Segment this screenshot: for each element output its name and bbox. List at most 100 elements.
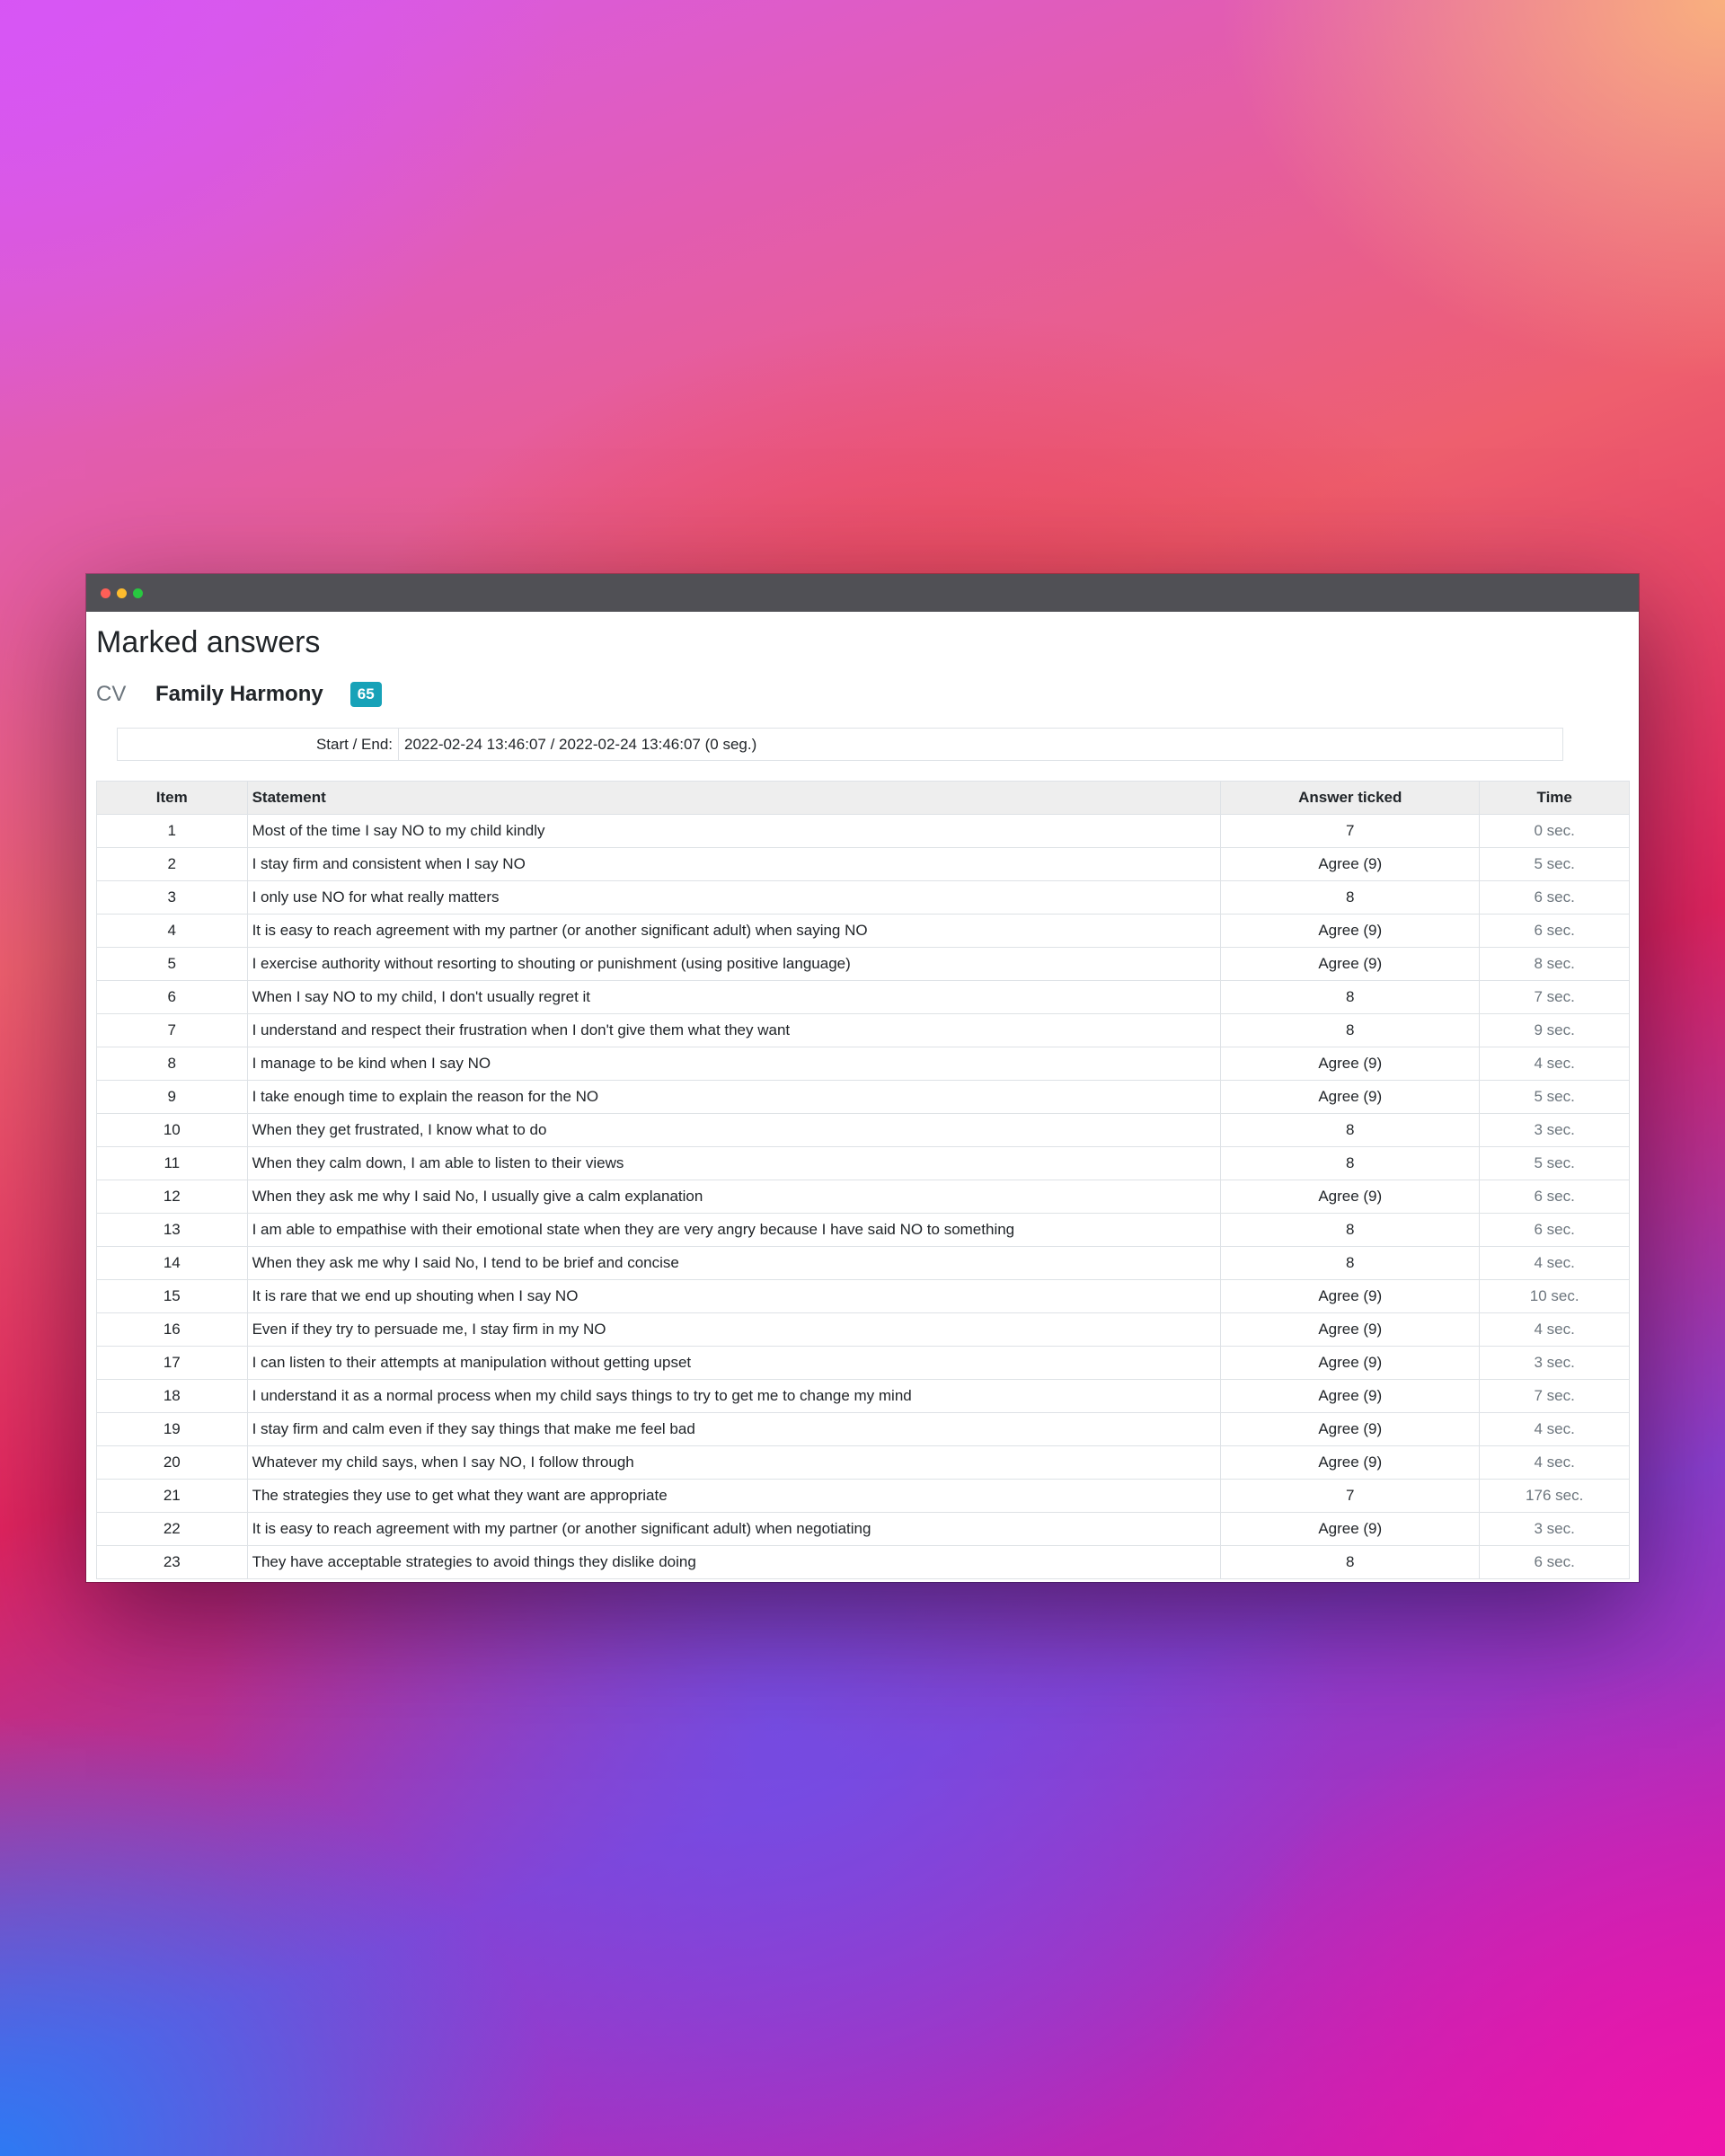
- table-header-row: Item Statement Answer ticked Time: [96, 781, 1630, 815]
- cell-time: 3 sec.: [1479, 1512, 1630, 1546]
- cell-answer: 7: [1220, 814, 1481, 848]
- table-row: 22 It is easy to reach agreement with my …: [96, 1512, 1630, 1546]
- table-row: 17 I can listen to their attempts at mani…: [96, 1346, 1630, 1380]
- column-header-item[interactable]: Item: [96, 781, 248, 815]
- cell-item: 23: [96, 1545, 248, 1579]
- cell-answer: 8: [1220, 980, 1481, 1014]
- cell-item: 22: [96, 1512, 248, 1546]
- cell-statement: I am able to empathise with their emotio…: [246, 1213, 1222, 1247]
- table-row: 15 It is rare that we end up shouting whe…: [96, 1279, 1630, 1313]
- cell-answer: 8: [1220, 1246, 1481, 1280]
- column-header-statement[interactable]: Statement: [246, 781, 1222, 815]
- minimize-window-button[interactable]: [117, 588, 127, 598]
- cell-answer: Agree (9): [1220, 1445, 1481, 1480]
- table-row: 16 Even if they try to persuade me, I sta…: [96, 1312, 1630, 1347]
- cell-item: 5: [96, 947, 248, 981]
- start-end-label: Start / End:: [117, 728, 399, 761]
- table-row: 20 Whatever my child says, when I say NO,…: [96, 1445, 1630, 1480]
- cell-item: 20: [96, 1445, 248, 1480]
- table-row: 4 It is easy to reach agreement with my p…: [96, 914, 1630, 948]
- table-row: 10 When they get frustrated, I know what …: [96, 1113, 1630, 1147]
- cell-answer: Agree (9): [1220, 1180, 1481, 1214]
- column-header-time[interactable]: Time: [1479, 781, 1630, 815]
- cell-statement: I stay firm and consistent when I say NO: [246, 847, 1222, 881]
- cell-time: 9 sec.: [1479, 1013, 1630, 1047]
- cell-time: 4 sec.: [1479, 1246, 1630, 1280]
- cell-time: 10 sec.: [1479, 1279, 1630, 1313]
- close-window-button[interactable]: [101, 588, 111, 598]
- cell-answer: Agree (9): [1220, 1279, 1481, 1313]
- cell-statement: It is rare that we end up shouting when …: [246, 1279, 1222, 1313]
- table-row: 13 I am able to empathise with their emot…: [96, 1213, 1630, 1247]
- cell-statement: When they ask me why I said No, I usuall…: [246, 1180, 1222, 1214]
- cell-time: 5 sec.: [1479, 1080, 1630, 1114]
- cell-statement: I exercise authority without resorting t…: [246, 947, 1222, 981]
- cell-item: 19: [96, 1412, 248, 1446]
- cell-time: 4 sec.: [1479, 1312, 1630, 1347]
- table-row: 18 I understand it as a normal process wh…: [96, 1379, 1630, 1413]
- session-info-table: Start / End: 2022-02-24 13:46:07 / 2022-…: [117, 728, 1563, 761]
- cell-item: 8: [96, 1047, 248, 1081]
- window-titlebar: [86, 574, 1639, 612]
- cell-answer: Agree (9): [1220, 847, 1481, 881]
- cell-answer: 8: [1220, 1213, 1481, 1247]
- cell-answer: Agree (9): [1220, 1412, 1481, 1446]
- cell-answer: Agree (9): [1220, 947, 1481, 981]
- cell-item: 16: [96, 1312, 248, 1347]
- cell-answer: 8: [1220, 1113, 1481, 1147]
- cell-time: 4 sec.: [1479, 1412, 1630, 1446]
- cell-statement: When I say NO to my child, I don't usual…: [246, 980, 1222, 1014]
- cell-statement: I manage to be kind when I say NO: [246, 1047, 1222, 1081]
- cell-statement: They have acceptable strategies to avoid…: [246, 1545, 1222, 1579]
- table-row: 12 When they ask me why I said No, I usua…: [96, 1180, 1630, 1214]
- table-row: 1 Most of the time I say NO to my child k…: [96, 814, 1630, 848]
- table-row: 2I stay firm and consistent when I say N…: [96, 847, 1630, 881]
- page-title: Marked answers: [96, 625, 321, 659]
- cell-answer: 8: [1220, 1146, 1481, 1180]
- desktop-background: { "page": { "title": "Marked answers", "…: [0, 0, 1725, 2156]
- cell-time: 3 sec.: [1479, 1113, 1630, 1147]
- cell-time: 6 sec.: [1479, 880, 1630, 915]
- test-code: CV: [96, 682, 127, 706]
- cell-statement: I only use NO for what really matters: [246, 880, 1222, 915]
- cell-answer: 7: [1220, 1479, 1481, 1513]
- cell-statement: Whatever my child says, when I say NO, I…: [246, 1445, 1222, 1480]
- cell-statement: When they ask me why I said No, I tend t…: [246, 1246, 1222, 1280]
- table-row: 9I take enough time to explain the reaso…: [96, 1080, 1630, 1114]
- table-row: 21 The strategies they use to get what th…: [96, 1479, 1630, 1513]
- cell-time: 4 sec.: [1479, 1047, 1630, 1081]
- cell-time: 4 sec.: [1479, 1445, 1630, 1480]
- cell-item: 13: [96, 1213, 248, 1247]
- cell-item: 1: [96, 814, 248, 848]
- start-end-value: 2022-02-24 13:46:07 / 2022-02-24 13:46:0…: [398, 728, 1563, 761]
- test-name: Family Harmony: [155, 682, 323, 706]
- cell-time: 6 sec.: [1479, 1213, 1630, 1247]
- cell-answer: 8: [1220, 1545, 1481, 1579]
- cell-time: 176 sec.: [1479, 1479, 1630, 1513]
- cell-time: 3 sec.: [1479, 1346, 1630, 1380]
- column-header-answer[interactable]: Answer ticked: [1220, 781, 1481, 815]
- cell-item: 18: [96, 1379, 248, 1413]
- cell-answer: Agree (9): [1220, 914, 1481, 948]
- cell-time: 7 sec.: [1479, 1379, 1630, 1413]
- cell-item: 10: [96, 1113, 248, 1147]
- test-header: CV Family Harmony 65: [96, 676, 1631, 712]
- browser-window: Marked answers CV Family Harmony 65 Star…: [86, 574, 1639, 1582]
- table-row: 8I manage to be kind when I say NO Agree …: [96, 1047, 1630, 1081]
- score-badge: 65: [349, 682, 382, 707]
- cell-statement: I understand it as a normal process when…: [246, 1379, 1222, 1413]
- marked-answers-table: Item Statement Answer ticked Time 1 Most …: [96, 781, 1630, 1579]
- cell-item: 2: [96, 847, 248, 881]
- cell-statement: I understand and respect their frustrati…: [246, 1013, 1222, 1047]
- cell-item: 21: [96, 1479, 248, 1513]
- cell-statement: When they calm down, I am able to listen…: [246, 1146, 1222, 1180]
- cell-item: 12: [96, 1180, 248, 1214]
- maximize-window-button[interactable]: [133, 588, 143, 598]
- cell-statement: It is easy to reach agreement with my pa…: [246, 914, 1222, 948]
- cell-time: 6 sec.: [1479, 1180, 1630, 1214]
- table-row: 6 When I say NO to my child, I don't usua…: [96, 980, 1630, 1014]
- cell-answer: Agree (9): [1220, 1312, 1481, 1347]
- cell-item: 3: [96, 880, 248, 915]
- cell-time: 7 sec.: [1479, 980, 1630, 1014]
- cell-time: 5 sec.: [1479, 1146, 1630, 1180]
